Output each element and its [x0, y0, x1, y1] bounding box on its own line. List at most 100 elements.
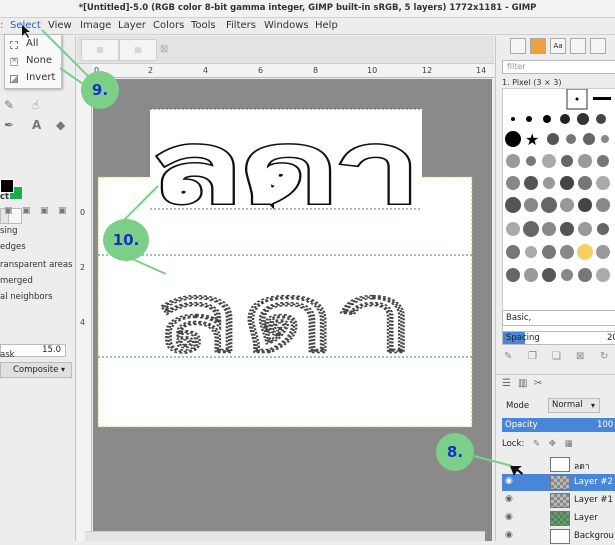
document-history-tab[interactable] [570, 38, 586, 54]
layer-row[interactable]: ◉ Backgrou [502, 528, 615, 545]
menu-item-label: None [26, 55, 53, 66]
image-tab-1[interactable]: ▦ [81, 39, 119, 61]
menu-item-select-all[interactable]: All [5, 37, 61, 53]
close-tab-icon[interactable]: ⊠ [160, 44, 168, 55]
lock-alpha-icon[interactable]: ▦ [565, 439, 573, 449]
menu-help[interactable]: Help [313, 19, 340, 32]
brush-grid[interactable]: ★ [502, 88, 615, 336]
mode-replace-icon[interactable]: ▣ [4, 206, 13, 216]
toolbox-dock: ✎ ☝ ✒ A ◆ ct ▣ ▣ ▣ ▣ sing edges ranspare… [0, 36, 76, 541]
brush-preset-field[interactable]: Basic, [502, 310, 615, 326]
mode-intersect-icon[interactable]: ▣ [58, 206, 67, 216]
select-all-icon [10, 41, 18, 49]
ruler-tick-label: 12 [422, 66, 433, 75]
paint-bucket-icon[interactable]: ◆ [56, 118, 65, 132]
layer-mode-dropdown[interactable]: Normal ▾ [548, 398, 600, 413]
opacity-label: Opacity [505, 420, 538, 430]
mode-add-icon[interactable]: ▣ [22, 206, 31, 216]
canvas-viewport[interactable]: ลดา ลดา ลดา [93, 79, 492, 541]
vertical-ruler: 0 2 4 [77, 78, 92, 541]
option-feather-edges[interactable]: edges [0, 242, 26, 252]
layer-row[interactable]: ◉ Layer #1 [502, 492, 615, 509]
step-10-callout: 10. [103, 219, 149, 261]
duplicate-brush-icon[interactable]: ❏ [552, 351, 561, 362]
layer-thumbnail [550, 475, 570, 490]
edit-brush-icon[interactable]: ✎ [504, 351, 512, 362]
ruler-tick-label: 2 [148, 66, 154, 75]
channels-tab-icon[interactable]: ▥ [518, 378, 527, 389]
opacity-slider[interactable]: Opacity 100 [502, 418, 615, 432]
option-transparent-areas[interactable]: ransparent areas [0, 260, 72, 270]
top-thai-text-inner: ลดา [151, 112, 419, 224]
spacing-label: Spacing [506, 333, 540, 343]
option-sample-merged[interactable]: merged [0, 276, 33, 286]
menu-filters[interactable]: Filters [224, 19, 258, 32]
refresh-brushes-icon[interactable]: ↻ [600, 351, 608, 362]
option-antialiasing[interactable]: sing [0, 226, 18, 236]
horizontal-scrollbar[interactable] [85, 531, 485, 541]
brush-filter-input[interactable]: filter [502, 60, 615, 74]
smudge-tool-icon[interactable]: ☝ [32, 98, 39, 112]
delete-brush-icon[interactable]: ⊠ [576, 351, 584, 362]
right-dock: Aa filter 1. Pixel (3 × 3) ★ Basic, Spac… [495, 36, 615, 544]
layer-name: Backgrou [574, 531, 614, 541]
select-invert-icon [10, 75, 18, 83]
select-menu-dropdown: All None Invert [4, 34, 62, 89]
ruler-tick-label: 8 [313, 66, 319, 75]
option-draw-mask[interactable]: ask [0, 350, 15, 360]
menu-select[interactable]: Select [8, 19, 43, 32]
image-tabs: ▦ ▦ ⊠ [77, 36, 494, 64]
brushes-tab[interactable] [510, 38, 526, 54]
ruler-tick-label: 14 [476, 66, 487, 75]
menu-view[interactable]: View [46, 19, 74, 32]
lock-pixels-icon[interactable]: ✎ [533, 439, 540, 449]
ruler-tick-label: 10 [367, 66, 378, 75]
layer-row-selected[interactable]: ◉ Layer #2 [502, 474, 615, 491]
layer-row[interactable]: ลดา [502, 456, 615, 473]
fonts-tab[interactable]: Aa [550, 38, 566, 54]
menu-item-select-none[interactable]: None [5, 54, 61, 70]
visibility-eye-icon[interactable]: ◉ [505, 494, 513, 504]
paths-tab-icon[interactable]: ✂ [534, 378, 542, 389]
menu-item-select-invert[interactable]: Invert [5, 71, 61, 87]
brush-tool-icon[interactable]: ✎ [4, 98, 14, 112]
path-tool-icon[interactable]: ✒ [4, 118, 14, 132]
text-tool-icon[interactable]: A [32, 118, 41, 132]
layer-mode-value: Normal [552, 400, 583, 410]
layer-thumbnail [550, 457, 570, 472]
opacity-value: 100 [597, 420, 614, 430]
select-by-dropdown[interactable]: Composite ▾ [0, 362, 72, 378]
menu-image[interactable]: Image [78, 19, 113, 32]
layer-name: ลดา [574, 462, 590, 472]
menu-overflow-icon[interactable]: : [0, 19, 5, 32]
layer-thumbnail [550, 493, 570, 508]
option-diagonal-neighbors[interactable]: al neighbors [0, 292, 53, 302]
visibility-eye-icon[interactable]: ◉ [505, 512, 513, 522]
layer-row[interactable]: ◉ Layer [502, 510, 615, 527]
visibility-eye-icon[interactable]: ◉ [505, 530, 513, 540]
menu-tools[interactable]: Tools [189, 19, 218, 32]
patterns-tab[interactable] [530, 38, 546, 54]
menu-windows[interactable]: Windows [262, 19, 311, 32]
menu-colors[interactable]: Colors [151, 19, 186, 32]
layer-name: Layer #1 [574, 495, 613, 505]
layer-name: Layer #2 [574, 477, 613, 487]
image-tab-2[interactable]: ▦ [119, 39, 157, 61]
spacing-slider[interactable]: Spacing 20 [502, 331, 615, 345]
lock-position-icon[interactable]: ✥ [549, 439, 556, 449]
layer-thumbnail [550, 511, 570, 526]
select-by-label: Composite [13, 365, 59, 375]
foreground-color-swatch[interactable] [0, 179, 14, 193]
visibility-eye-icon[interactable]: ◉ [505, 476, 513, 486]
ruler-tick-label: 0 [80, 208, 86, 217]
bottom-thai-text: ลดา [153, 262, 415, 374]
layer-mode-label: Mode [506, 401, 530, 411]
new-brush-icon[interactable]: ❐ [528, 351, 537, 362]
menu-layer[interactable]: Layer [116, 19, 148, 32]
image-window: ▦ ▦ ⊠ 0 2 4 6 8 10 12 14 0 2 4 ลดา ลดา ล… [77, 36, 494, 541]
layers-tab-icon[interactable]: ☰ [502, 378, 511, 389]
chevron-down-icon: ▾ [61, 365, 66, 374]
brush-actions: ✎ ❐ ❏ ⊠ ↻ [502, 351, 615, 365]
mode-subtract-icon[interactable]: ▣ [40, 206, 49, 216]
images-tab[interactable] [590, 38, 606, 54]
